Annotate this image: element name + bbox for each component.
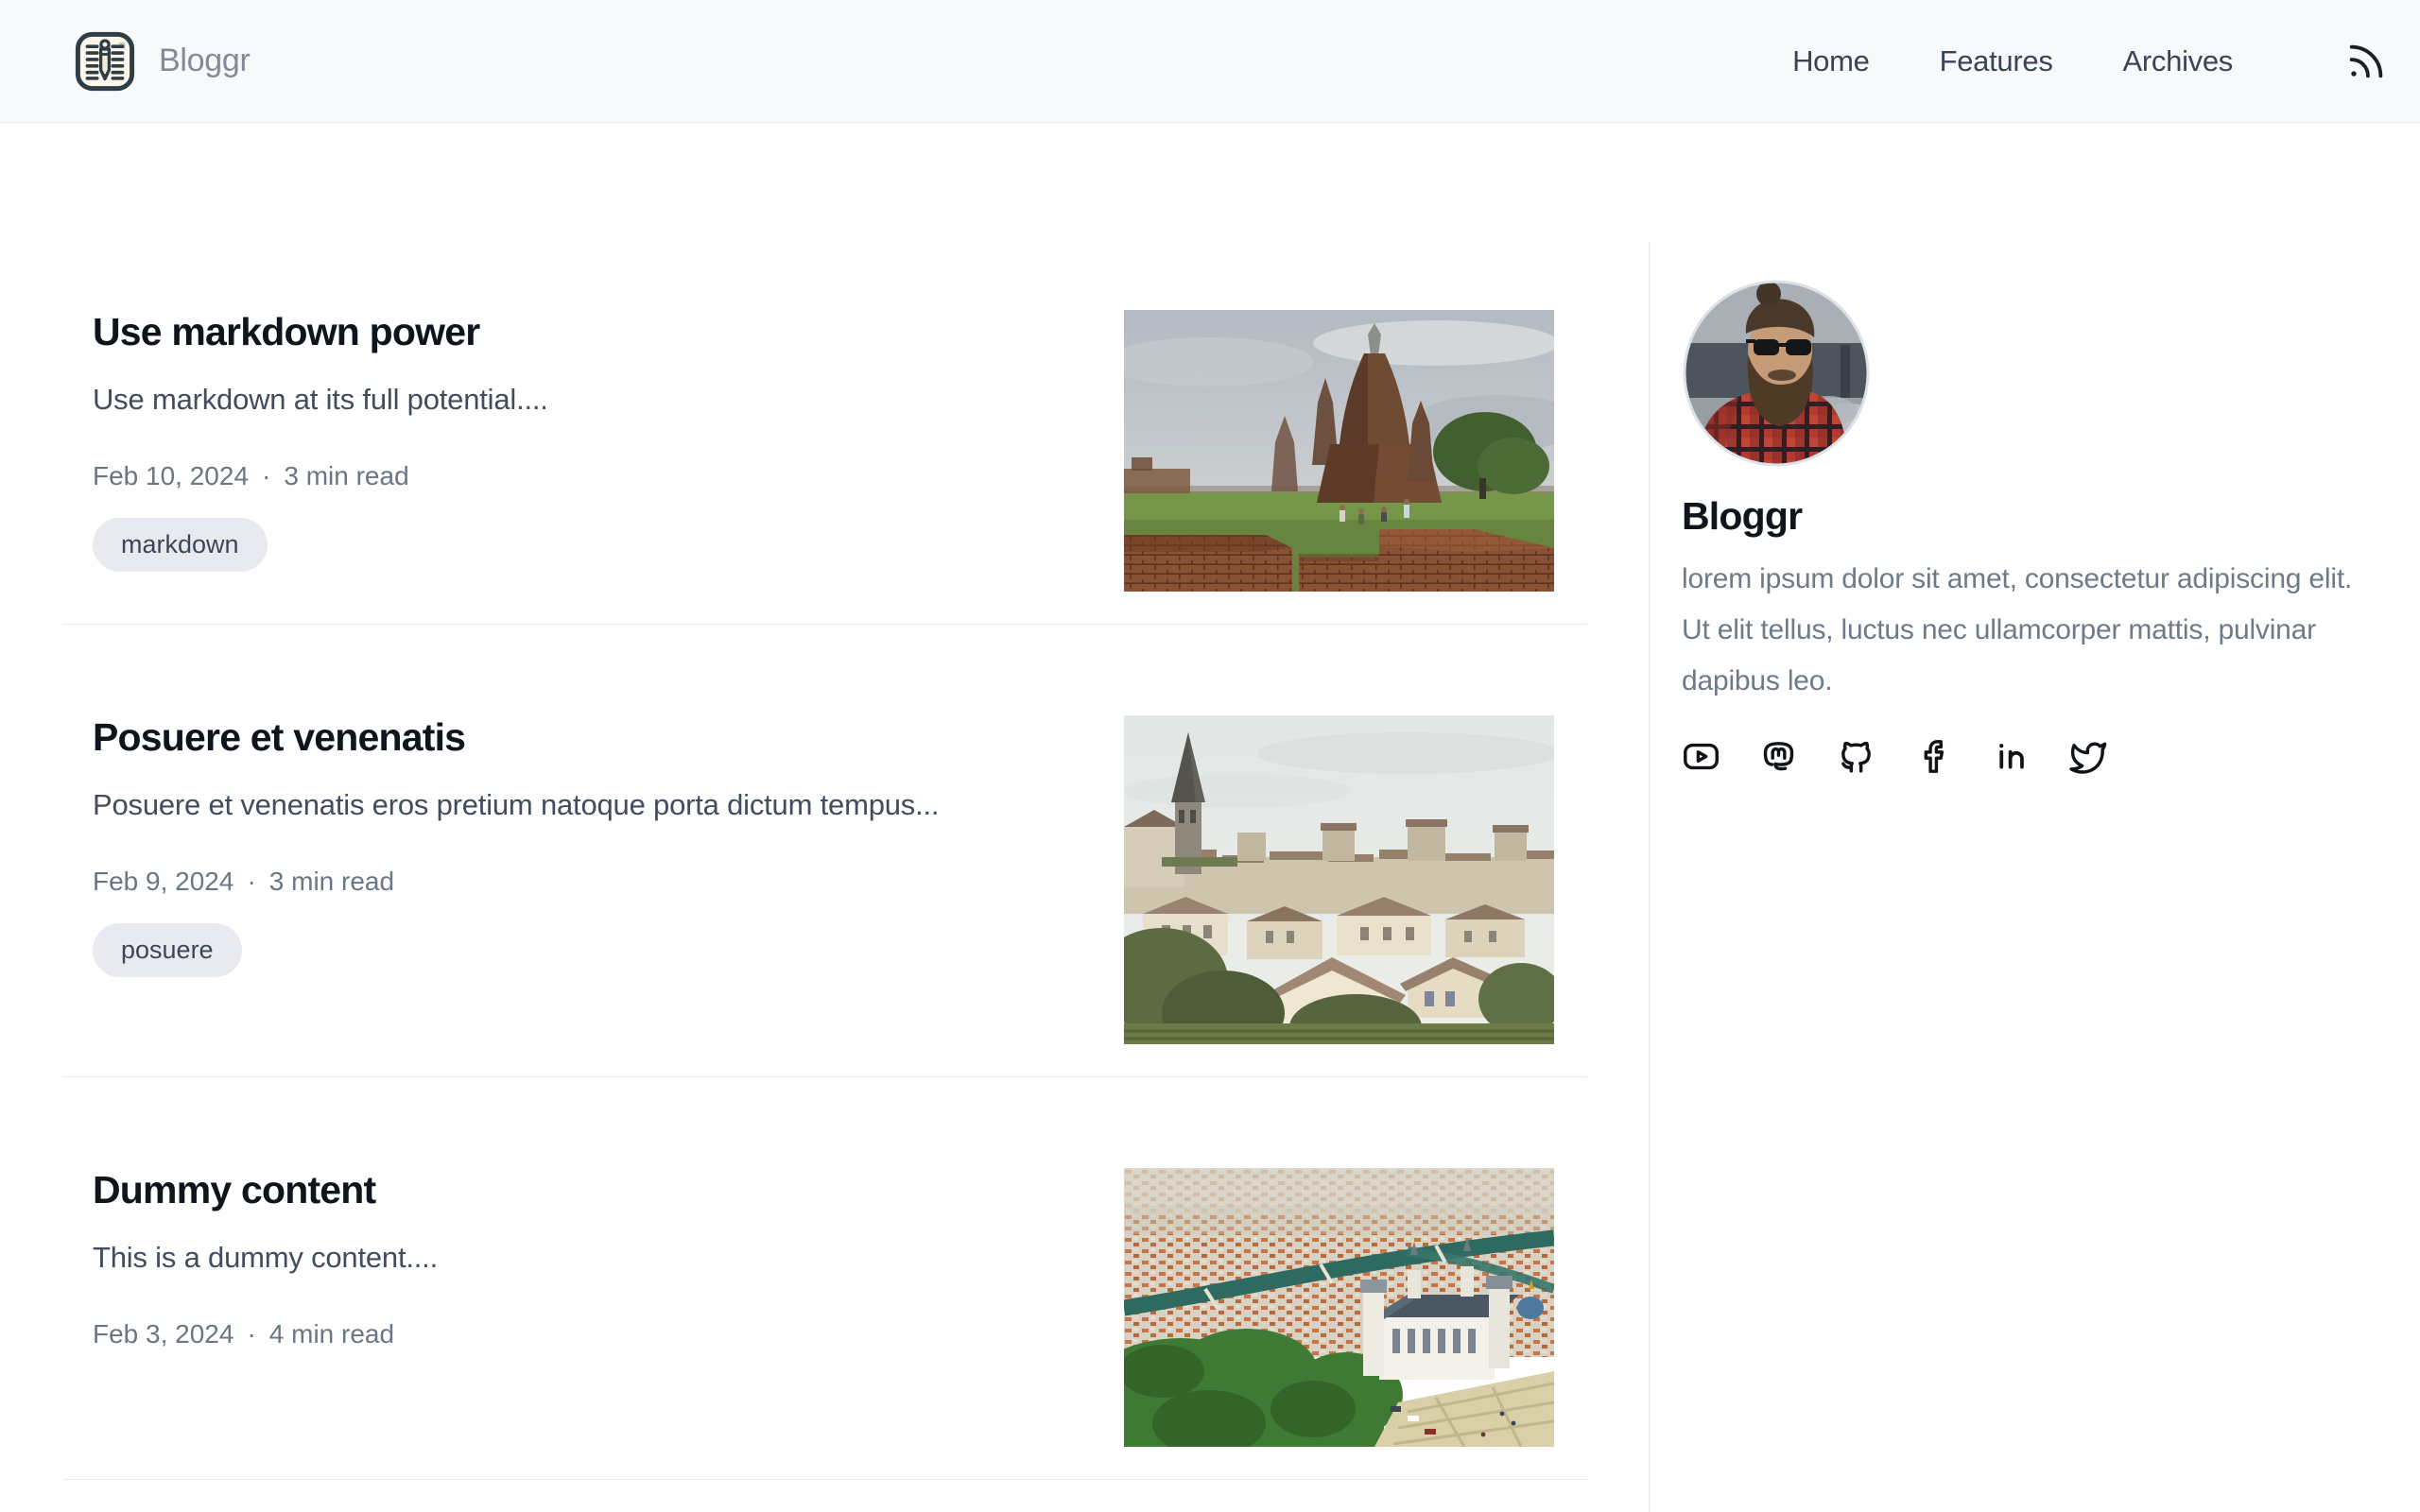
post-date: Feb 10, 2024: [93, 461, 249, 491]
post-excerpt: Posuere et venenatis eros pretium natoqu…: [93, 784, 1067, 827]
avatar: [1682, 279, 1871, 468]
post-read-time: 3 min read: [284, 461, 408, 491]
nav-link-home[interactable]: Home: [1792, 44, 1870, 78]
post-text: Use markdown power Use markdown at its f…: [93, 310, 1124, 572]
page-content: Use markdown power Use markdown at its f…: [0, 123, 2420, 1512]
github-icon[interactable]: [1837, 737, 1876, 776]
post-meta: Feb 9, 2024 · 3 min read: [93, 867, 1067, 897]
meta-separator: ·: [247, 1319, 255, 1349]
post-item-3: Dummy content This is a dummy content...…: [62, 1077, 1587, 1480]
post-text: Dummy content This is a dummy content...…: [93, 1168, 1124, 1376]
twitter-icon[interactable]: [2069, 737, 2108, 776]
post-excerpt: Use markdown at its full potential....: [93, 379, 1067, 421]
post-read-time: 3 min read: [269, 867, 394, 897]
old-town-image: [1124, 715, 1554, 1044]
tag-pill[interactable]: posuere: [93, 923, 242, 977]
social-links: [1682, 737, 2354, 776]
post-thumbnail-old-town[interactable]: [1124, 715, 1554, 1044]
post-thumbnail-aerial-city[interactable]: [1124, 1168, 1554, 1447]
post-read-time: 4 min read: [269, 1319, 394, 1349]
post-excerpt: This is a dummy content....: [93, 1237, 1067, 1280]
post-title[interactable]: Posuere et venenatis: [93, 715, 1067, 760]
main-nav: Home Features Archives: [1792, 40, 2388, 83]
notebook-pencil-icon: [74, 30, 136, 93]
post-text: Posuere et venenatis Posuere et venenati…: [93, 715, 1124, 977]
post-date: Feb 9, 2024: [93, 867, 233, 897]
facebook-icon[interactable]: [1914, 737, 1953, 776]
mastodon-icon[interactable]: [1759, 737, 1798, 776]
profile-sidebar: Bloggr lorem ipsum dolor sit amet, conse…: [1649, 241, 2420, 1512]
post-title[interactable]: Use markdown power: [93, 310, 1067, 354]
brand-home-link[interactable]: Bloggr: [74, 30, 250, 93]
rss-icon[interactable]: [2344, 40, 2388, 83]
post-tags: markdown: [93, 518, 1067, 572]
post-item-1: Use markdown power Use markdown at its f…: [62, 241, 1587, 625]
post-list: Use markdown power Use markdown at its f…: [62, 241, 1587, 1512]
avatar-image: [1682, 279, 1871, 468]
nav-link-features[interactable]: Features: [1940, 44, 2053, 78]
sidebar-title: Bloggr: [1682, 494, 2354, 539]
linkedin-icon[interactable]: [1992, 737, 2031, 776]
brand-name: Bloggr: [159, 43, 250, 79]
meta-separator: ·: [247, 867, 255, 897]
post-meta: Feb 10, 2024 · 3 min read: [93, 461, 1067, 491]
nav-link-archives[interactable]: Archives: [2123, 44, 2233, 78]
post-tags: posuere: [93, 923, 1067, 977]
post-date: Feb 3, 2024: [93, 1319, 233, 1349]
temple-ruins-image: [1124, 310, 1554, 592]
aerial-city-image: [1124, 1168, 1554, 1447]
post-item-2: Posuere et venenatis Posuere et venenati…: [62, 625, 1587, 1077]
post-thumbnail-temple-ruins[interactable]: [1124, 310, 1554, 592]
post-title[interactable]: Dummy content: [93, 1168, 1067, 1212]
sidebar-bio: lorem ipsum dolor sit amet, consectetur …: [1682, 554, 2354, 707]
site-header: Bloggr Home Features Archives: [0, 0, 2420, 123]
post-meta: Feb 3, 2024 · 4 min read: [93, 1319, 1067, 1349]
meta-separator: ·: [262, 461, 270, 491]
tag-pill[interactable]: markdown: [93, 518, 268, 572]
youtube-icon[interactable]: [1682, 737, 1720, 776]
